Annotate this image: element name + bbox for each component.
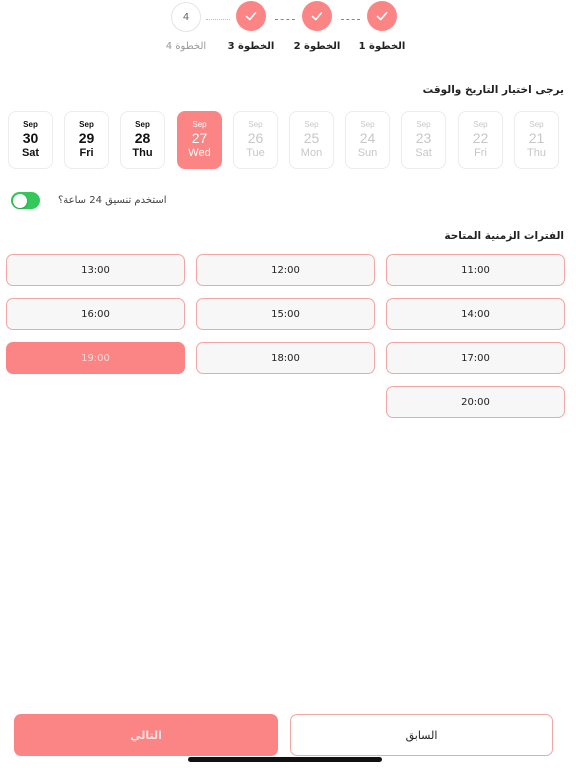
date-month: Sep — [473, 120, 488, 129]
date-card[interactable]: Sep 29 Fri — [64, 111, 109, 169]
step-connector — [206, 19, 230, 20]
date-month: Sep — [79, 120, 94, 129]
date-section-title: يرجى اختيار التاريخ والوقت — [422, 84, 564, 96]
next-button[interactable]: التالي — [14, 714, 278, 756]
date-weekday: Wed — [188, 147, 211, 159]
date-day: 25 — [303, 130, 320, 146]
time-slot[interactable]: 14:00 — [386, 298, 565, 330]
date-month: Sep — [416, 120, 431, 129]
time-slot[interactable]: 17:00 — [386, 342, 565, 374]
time-slot[interactable]: 13:00 — [6, 254, 185, 286]
date-day: 26 — [247, 130, 264, 146]
time-slot[interactable]: 20:00 — [386, 386, 565, 418]
date-card-disabled: Sep 24 Sun — [345, 111, 390, 169]
time-slot[interactable]: 11:00 — [386, 254, 565, 286]
step-3-indicator — [236, 1, 266, 31]
home-indicator — [188, 757, 382, 762]
date-weekday: Thu — [132, 147, 153, 159]
step-1-label: الخطوة 1 — [358, 41, 406, 52]
time-slot[interactable]: 15:00 — [196, 298, 375, 330]
date-weekday: Tue — [246, 147, 265, 159]
date-card[interactable]: Sep 30 Sat — [8, 111, 53, 169]
date-card-disabled: Sep 21 Thu — [514, 111, 559, 169]
time-slot[interactable]: 18:00 — [196, 342, 375, 374]
check-icon — [376, 12, 388, 21]
time-format-toggle-label: استخدم تنسيق 24 ساعة؟ — [58, 195, 167, 206]
date-weekday: Sat — [415, 147, 432, 159]
time-slot-selected[interactable]: 19:00 — [6, 342, 185, 374]
step-3-label: الخطوة 3 — [227, 41, 275, 52]
date-month: Sep — [23, 120, 38, 129]
step-1-indicator — [367, 1, 397, 31]
date-weekday: Thu — [527, 147, 546, 159]
date-day: 24 — [359, 130, 376, 146]
date-card-disabled: Sep 23 Sat — [401, 111, 446, 169]
date-card-selected[interactable]: Sep 27 Wed — [177, 111, 222, 169]
step-4-number: 4 — [182, 11, 190, 23]
time-format-toggle[interactable] — [11, 192, 40, 209]
date-day: 21 — [528, 130, 545, 146]
date-month: Sep — [360, 120, 375, 129]
date-month: Sep — [248, 120, 263, 129]
check-icon — [311, 12, 323, 21]
date-day: 23 — [415, 130, 432, 146]
date-day: 30 — [22, 130, 39, 146]
date-month: Sep — [529, 120, 544, 129]
step-2-label: الخطوة 2 — [293, 41, 341, 52]
step-4-indicator: 4 — [171, 2, 201, 32]
date-day: 29 — [78, 130, 95, 146]
date-weekday: Sun — [357, 147, 378, 159]
date-month: Sep — [135, 120, 150, 129]
previous-button[interactable]: السابق — [290, 714, 553, 756]
date-day: 28 — [134, 130, 151, 146]
toggle-knob — [12, 193, 27, 208]
date-card-disabled: Sep 25 Mon — [289, 111, 334, 169]
date-month: Sep — [304, 120, 319, 129]
date-month: Sep — [192, 120, 207, 129]
date-weekday: Sat — [21, 147, 40, 159]
step-4-label: الخطوة 4 — [165, 41, 207, 52]
step-connector — [341, 19, 360, 20]
date-weekday: Fri — [79, 147, 94, 159]
date-day: 22 — [472, 130, 489, 146]
slots-section-title: الفترات الزمنية المتاحة — [444, 230, 564, 242]
date-day: 27 — [191, 130, 208, 146]
date-card-disabled: Sep 26 Tue — [233, 111, 278, 169]
date-weekday: Mon — [300, 147, 323, 159]
step-2-indicator — [302, 1, 332, 31]
time-slot[interactable]: 12:00 — [196, 254, 375, 286]
date-card-disabled: Sep 22 Fri — [458, 111, 503, 169]
check-icon — [245, 12, 257, 21]
time-slot[interactable]: 16:00 — [6, 298, 185, 330]
progress-stepper: 4 الخطوة 4 الخطوة 3 الخطوة 2 الخطوة 1 — [0, 0, 576, 60]
date-weekday: Fri — [474, 147, 487, 159]
date-card[interactable]: Sep 28 Thu — [120, 111, 165, 169]
step-connector — [275, 19, 295, 20]
